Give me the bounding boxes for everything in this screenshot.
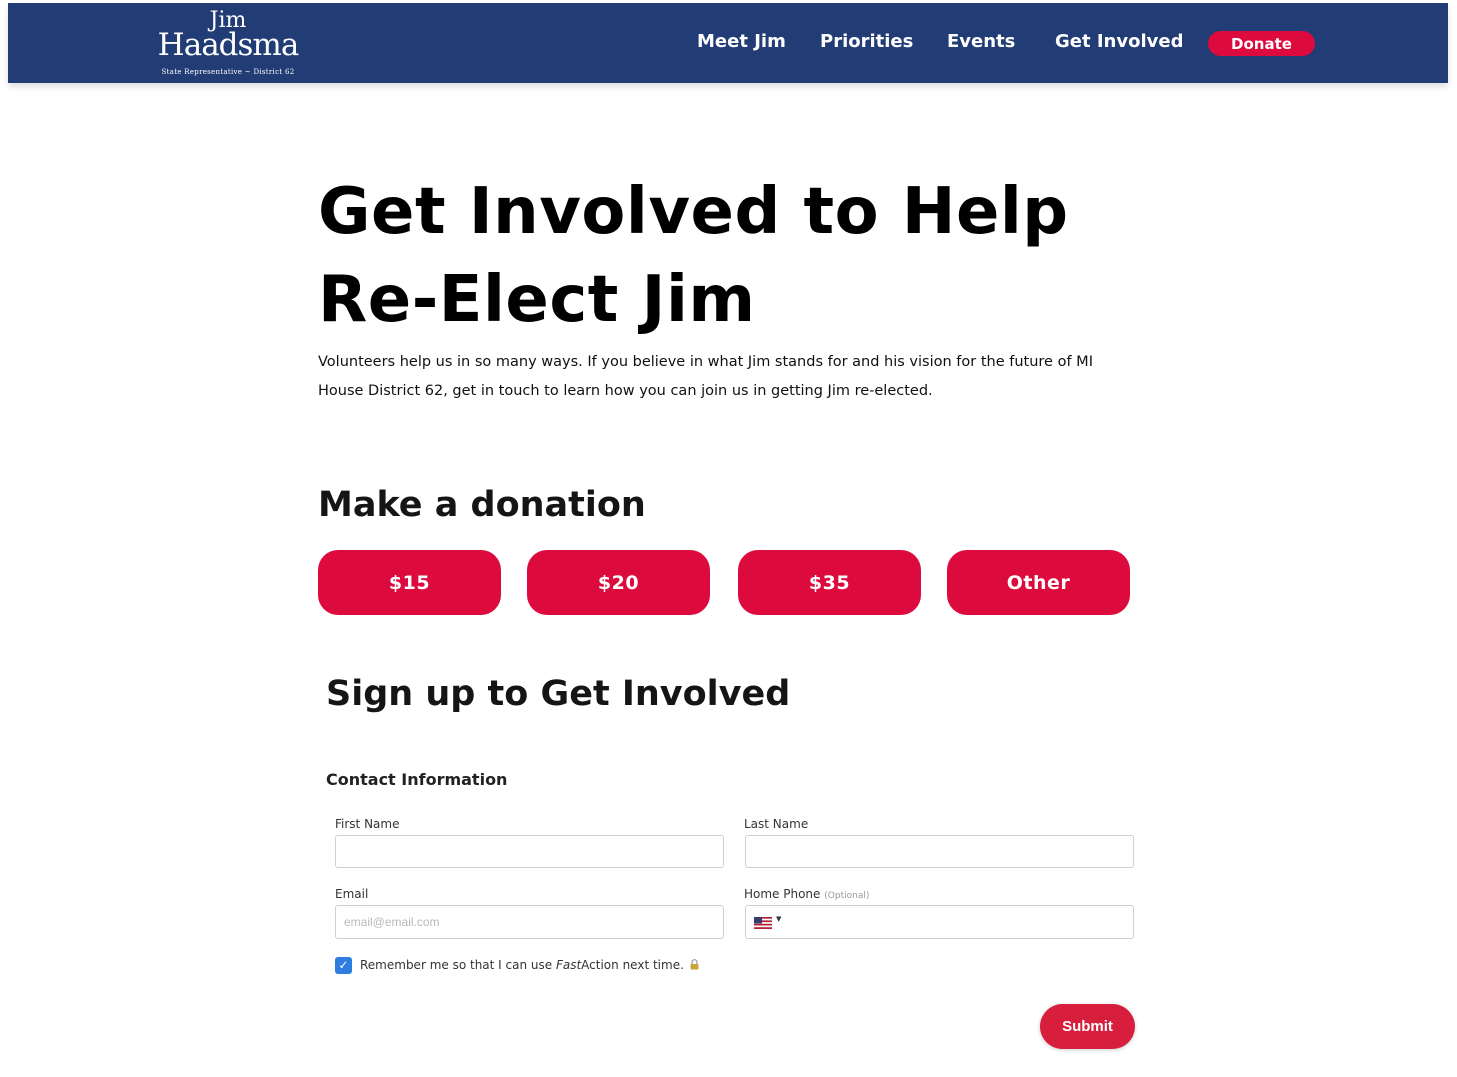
donate-35-button[interactable]: $35 [738,550,921,615]
contact-info-label: Contact Information [326,770,508,789]
donate-15-button[interactable]: $15 [318,550,501,615]
page-title: Get Involved to Help Re-Elect Jim [318,175,1069,337]
donate-other-button[interactable]: Other [947,550,1130,615]
nav-get-involved[interactable]: Get Involved [1055,31,1183,52]
site-header: Jim Haadsma State Representative ~ Distr… [8,3,1448,83]
us-flag-icon[interactable] [754,917,772,929]
lock-icon [690,959,699,970]
remember-prefix: Remember me so that I can use [360,958,556,972]
optional-hint: (Optional) [824,891,870,901]
home-phone-label-text: Home Phone [744,887,821,901]
logo-subtitle: State Representative ~ District 62 [161,68,295,76]
home-phone-input[interactable] [790,908,1129,938]
remember-me-label: Remember me so that I can use FastAction… [360,958,699,972]
email-field[interactable] [335,905,724,939]
country-dropdown-icon[interactable]: ▼ [776,915,781,923]
donate-button[interactable]: Donate [1208,31,1315,56]
first-name-label: First Name [335,817,400,831]
logo-last-name: Haadsma [157,27,300,63]
remember-me-checkbox[interactable]: ✓ [335,957,352,974]
remember-suffix: next time. [618,958,684,972]
nav-events[interactable]: Events [947,31,1015,52]
signup-heading: Sign up to Get Involved [326,674,791,714]
donation-heading: Make a donation [318,485,646,525]
intro-text: Volunteers help us in so many ways. If y… [318,354,1093,399]
home-phone-label: Home Phone (Optional) [744,887,869,901]
last-name-label: Last Name [744,817,809,831]
home-phone-field: ▼ [745,905,1134,939]
nav-meet-jim[interactable]: Meet Jim [697,31,786,52]
fastaction-action: Action [581,958,619,972]
submit-button[interactable]: Submit [1040,1004,1135,1049]
fastaction-fast: Fast [555,958,582,972]
nav-priorities[interactable]: Priorities [820,31,913,52]
site-logo[interactable]: Jim Haadsma State Representative ~ Distr… [143,9,313,79]
donate-20-button[interactable]: $20 [527,550,710,615]
first-name-field[interactable] [335,835,724,868]
last-name-field[interactable] [745,835,1134,868]
email-label: Email [335,887,369,901]
